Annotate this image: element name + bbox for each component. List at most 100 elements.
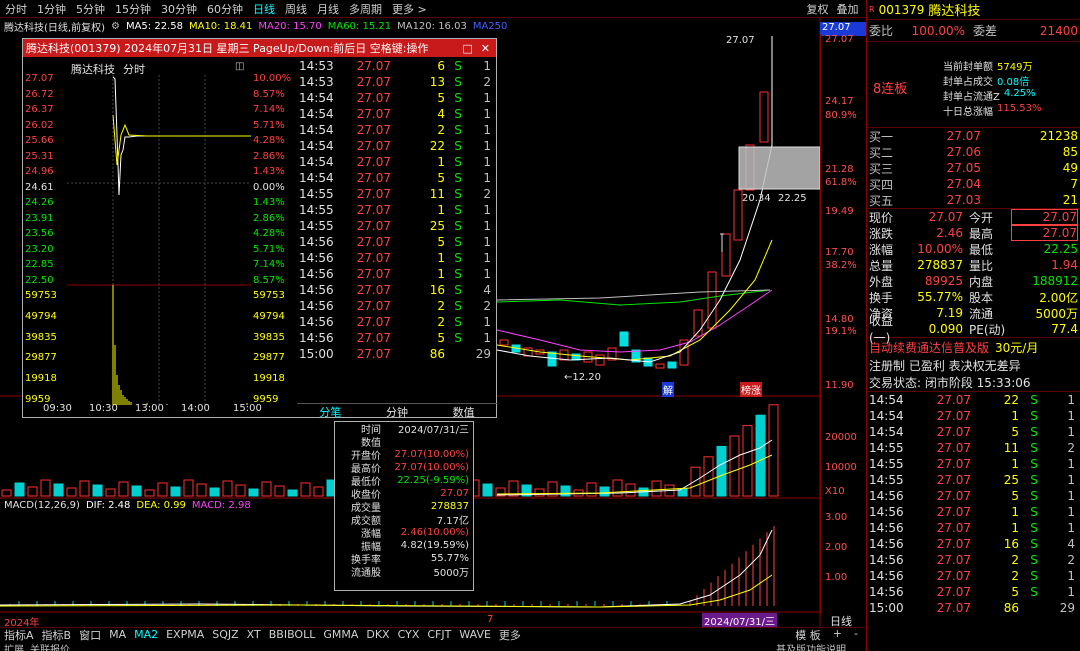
period-8[interactable]: 月线 [312,1,344,17]
intraday-vol-tick: 49794 [25,310,57,322]
period-5[interactable]: 60分钟 [202,1,248,17]
indicator-tab-4[interactable]: MA2 [130,628,162,641]
indicator-tab-12[interactable]: CFJT [423,628,455,641]
intraday-price-tick: 22.50 [25,274,54,286]
intraday-pct-tick: 8.57% [253,274,285,286]
quote-row: 外盘 89925 内盘 188912 [867,273,1080,289]
period-9[interactable]: 多周期 [344,1,387,17]
promo-row[interactable]: 自动续费通达信普及版 30元/月 [867,338,1080,356]
bottom-link-0[interactable]: 扩展 [4,641,24,651]
limit-stat-row: 当前封单额 5749万 [943,58,1042,73]
indicator-tab-8[interactable]: BBIBOLL [265,628,320,641]
period-2[interactable]: 5分钟 [71,1,110,17]
period-4[interactable]: 30分钟 [156,1,202,17]
quote-val2: 5000万 [1035,306,1078,321]
tick-direction: S [1030,505,1038,519]
bid-row[interactable]: 买一 27.07 21238 [867,128,1080,144]
bid-row[interactable]: 买五 27.03 21 [867,192,1080,208]
toolbar-btn-0[interactable]: 复权 [802,1,832,17]
tab-fenzhong[interactable]: 分钟 [364,404,431,419]
tooltip-value: 55.77% [430,553,469,564]
bid-row[interactable]: 买四 27.04 7 [867,176,1080,192]
period-1[interactable]: 1分钟 [32,1,71,17]
right-tick-row: 14:56 27.07 5 S 1 [867,584,1080,600]
indicator-tab-13[interactable]: WAVE [455,628,495,641]
tab-shuzhi[interactable]: 数值 [430,404,497,419]
quote-val2: 27.07 [1011,209,1078,225]
period-3[interactable]: 15分钟 [110,1,156,17]
intraday-time-tick: 15:00 [233,403,262,414]
intraday-popup[interactable]: 腾达科技(001379) 2024年07月31日 星期三 PageUp/Down… [22,38,497,419]
intraday-time-tick: 13:00 [135,403,164,414]
bid-price: 27.03 [946,193,981,207]
price-axis-tick: 19.49 [825,206,854,217]
tab-fenbi[interactable]: 分笔 [297,404,364,419]
state-row: 交易状态: 闭市阶段 15:33:06 [867,374,1080,392]
indicator-tab-6[interactable]: SQJZ [208,628,242,641]
period-0[interactable]: 分时 [0,1,32,17]
tick-direction: S [454,219,462,233]
indicator-tab-10[interactable]: DKX [362,628,393,641]
indicator-tab-3[interactable]: MA [105,628,130,641]
bottom-link-1[interactable]: 关联报价 [30,641,70,651]
toolbar-btn-1[interactable]: 叠加 [832,1,862,17]
tick-price: 27.07 [936,489,971,503]
popup-header[interactable]: 腾达科技(001379) 2024年07月31日 星期三 PageUp/Down… [23,39,496,57]
tick-price: 27.07 [936,441,971,455]
promo-price[interactable]: 30元/月 [995,339,1038,356]
limit-stat-val: 5749万 [997,62,1033,73]
period-10[interactable]: 更多 > [387,1,432,17]
indicator-tab-5[interactable]: EXPMA [162,628,208,641]
ma-label-2: MA20: 15.70 [258,20,322,32]
indicator-tab-11[interactable]: CYX [394,628,424,641]
indicator-tab-7[interactable]: XT [243,628,265,641]
tick-time: 14:54 [869,409,904,423]
period-7[interactable]: 周线 [280,1,312,17]
bid-volume: 49 [1062,161,1078,175]
tick-count: 4 [483,283,491,297]
tick-count: 1 [483,315,491,329]
close-icon[interactable]: ✕ [481,42,490,55]
tick-volume: 5 [437,235,445,249]
tick-volume: 25 [1003,473,1019,487]
marker-bang[interactable]: 榜涨 [740,382,762,397]
macd-axis-tick: 1.00 [825,572,848,583]
tick-count: 1 [483,91,491,105]
lianban-label: 8连板 [873,82,908,97]
promo-text[interactable]: 自动续费通达信普及版 [869,339,989,356]
quote-val: 89925 [924,274,963,288]
bid-row[interactable]: 买二 27.06 85 [867,144,1080,160]
gear-icon[interactable]: ⚙ [111,21,120,32]
tick-direction: S [454,267,462,281]
marker-jie[interactable]: 解 [662,382,674,397]
quote-stats: 现价 27.07 今开 27.07 涨跌 2.46 最高 27.07 涨幅 10.00% 最低 22.… [867,209,1080,345]
intraday-price-tick: 24.61 [25,181,54,193]
range-box [738,146,821,190]
tick-count: 1 [1067,409,1075,423]
tick-time: 14:56 [869,489,904,503]
bid-row[interactable]: 买三 27.05 49 [867,160,1080,176]
right-tick-row: 14:56 27.07 5 S 1 [867,488,1080,504]
tick-volume: 2 [1011,569,1019,583]
indicator-tab-9[interactable]: GMMA [319,628,362,641]
tick-row: 14:56 27.07 5 S 1 [297,234,497,250]
tick-price: 27.07 [936,425,971,439]
period-6[interactable]: 日线 [248,1,280,17]
ma60-line [496,289,771,306]
tick-price: 27.07 [356,155,391,169]
vol-axis-tick: X10 [825,486,845,497]
intraday-pct-tick: 1.43% [253,166,285,177]
tick-direction: S [454,331,462,345]
limit-stat-key: 封单占流通Z [943,92,1000,103]
tick-time: 14:56 [869,553,904,567]
popup-chart-icon[interactable]: ◫ [235,61,244,72]
tick-count: 1 [483,107,491,121]
maximize-icon[interactable]: □ [462,42,472,55]
tick-price: 27.07 [356,123,391,137]
intraday-pct-tick: 7.14% [253,259,285,270]
tick-count: 1 [1067,585,1075,599]
tick-count: 1 [483,235,491,249]
ma-label-4: MA120: 16.03 [397,20,467,32]
bottom-link-right[interactable]: 基及版功能说明 [776,641,866,651]
tick-volume: 22 [429,139,445,153]
